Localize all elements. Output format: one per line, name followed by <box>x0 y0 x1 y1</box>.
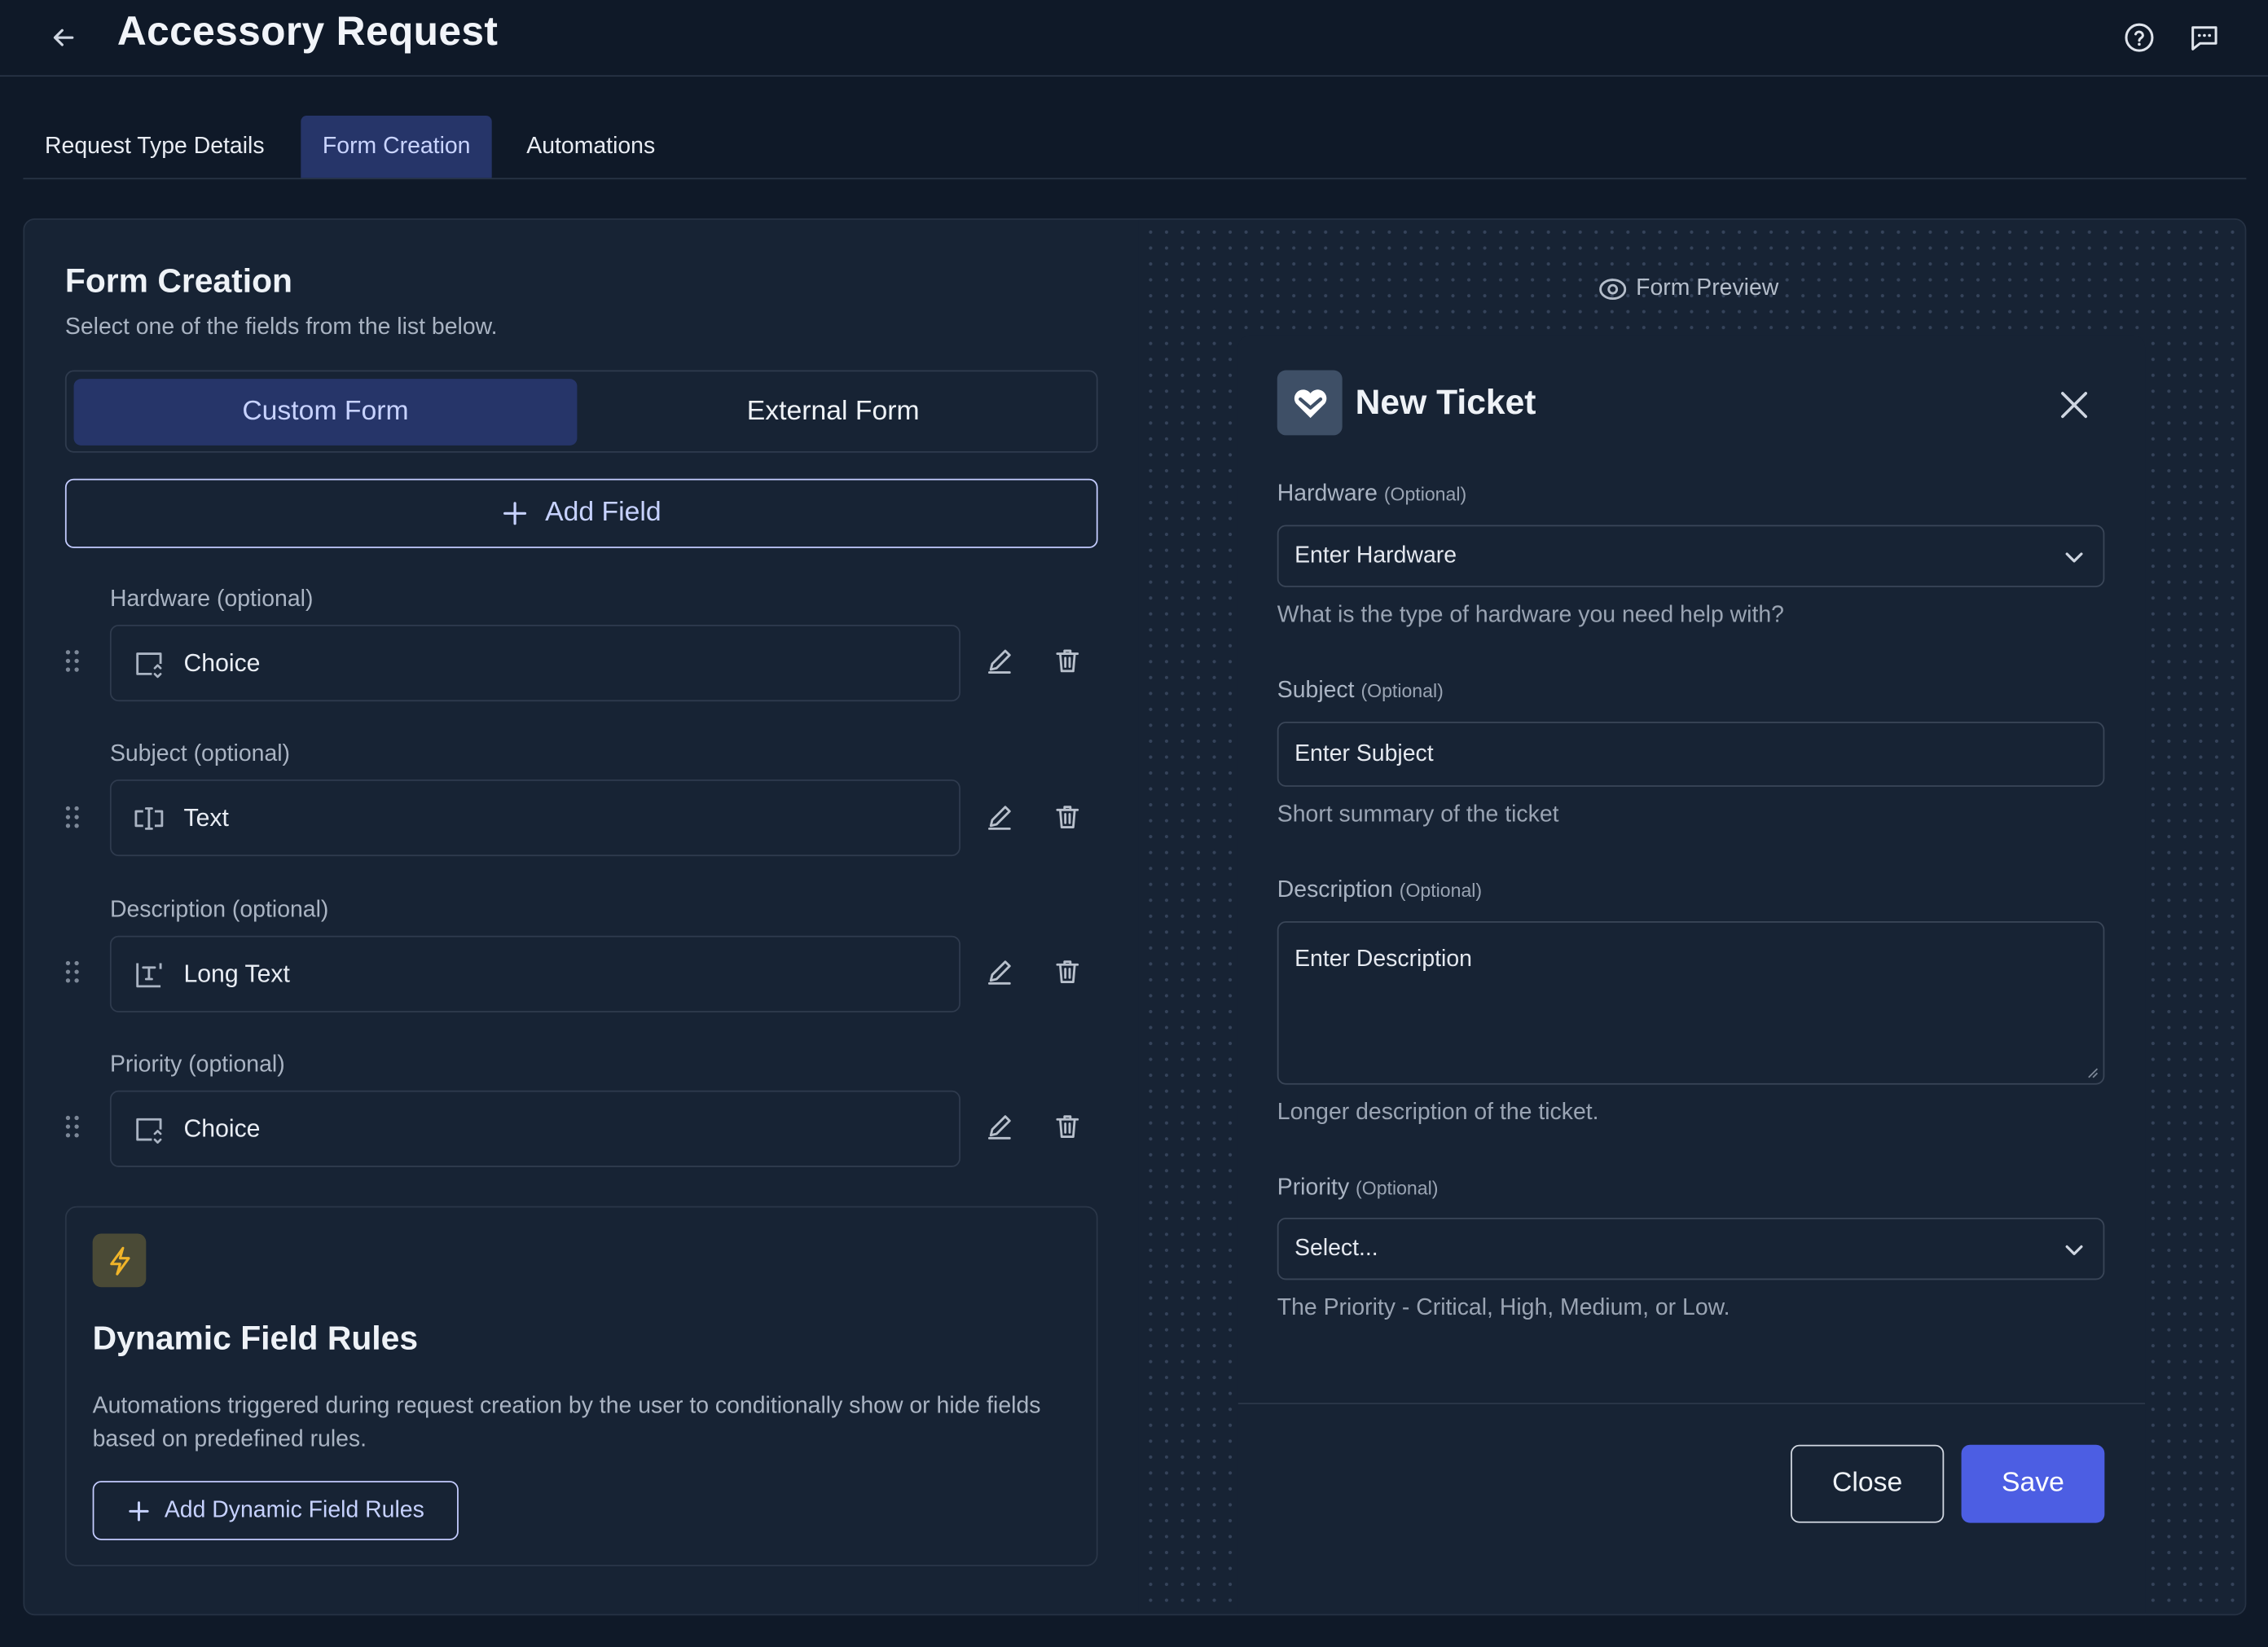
save-button[interactable]: Save <box>1961 1444 2105 1523</box>
dynamic-field-rules-card: Dynamic Field Rules Automations triggere… <box>64 1206 1098 1566</box>
eye-icon <box>1599 279 1627 301</box>
trash-icon[interactable] <box>1047 1106 1088 1147</box>
lightning-icon <box>92 1233 147 1288</box>
drag-handle-icon[interactable] <box>64 959 81 985</box>
edit-pencil-icon[interactable] <box>979 951 1020 992</box>
subject-input[interactable]: Enter Subject <box>1277 721 2105 787</box>
field-label-subject: Subject (optional) <box>109 741 291 767</box>
field-item-subject[interactable]: Text <box>109 779 960 857</box>
tab-form-creation[interactable]: Form Creation <box>301 116 493 178</box>
priority-help-text: The Priority - Critical, High, Medium, o… <box>1277 1295 1730 1321</box>
tab-request-type-details[interactable]: Request Type Details <box>23 116 286 178</box>
close-button[interactable]: Close <box>1791 1444 1945 1523</box>
resize-grip-icon[interactable] <box>2087 1067 2099 1078</box>
preview-label-text: Hardware <box>1277 481 1378 507</box>
preview-label-hardware: Hardware (Optional) <box>1277 481 1466 507</box>
preview-label-description: Description (Optional) <box>1277 878 1482 904</box>
trash-icon[interactable] <box>1047 641 1088 682</box>
priority-select[interactable]: Select... <box>1277 1217 2105 1280</box>
dynamic-rules-title: Dynamic Field Rules <box>92 1319 419 1357</box>
optional-tag: (Optional) <box>1383 483 1467 505</box>
priority-select-value: Select... <box>1294 1236 1378 1261</box>
dynamic-rules-description: Automations triggered during request cre… <box>92 1394 1041 1452</box>
preview-label-priority: Priority (Optional) <box>1277 1175 1439 1201</box>
heart-logo-icon <box>1277 370 1343 436</box>
field-type-label: Long Text <box>183 960 290 987</box>
chevron-down-icon <box>2065 551 2083 562</box>
form-preview-area: Form Preview New Ticket Hardware (Option… <box>1138 219 2245 1614</box>
tab-bar: Request Type Details Form Creation Autom… <box>23 116 2247 180</box>
message-square-icon[interactable] <box>2184 17 2225 58</box>
field-type-label: Text <box>183 803 229 832</box>
hardware-help-text: What is the type of hardware you need he… <box>1277 603 1784 628</box>
add-field-label: Add Field <box>545 497 662 529</box>
choice-icon <box>133 1113 165 1144</box>
field-item-description[interactable]: Long Text <box>109 935 960 1012</box>
preview-label-text: Description <box>1277 877 1393 903</box>
edit-pencil-icon[interactable] <box>979 641 1020 682</box>
section-title: Form Creation <box>64 261 292 300</box>
hardware-select[interactable]: Enter Hardware <box>1277 525 2105 587</box>
external-form-button[interactable]: External Form <box>582 379 1085 446</box>
drag-handle-icon[interactable] <box>64 1113 81 1140</box>
hardware-select-value: Enter Hardware <box>1294 542 1457 568</box>
preview-label-subject: Subject (Optional) <box>1277 679 1444 705</box>
subject-placeholder: Enter Subject <box>1294 740 1434 766</box>
trash-icon[interactable] <box>1047 951 1088 992</box>
plus-icon <box>503 502 526 525</box>
optional-tag: (Optional) <box>1360 679 1444 702</box>
chevron-down-icon <box>2065 1244 2083 1255</box>
add-dynamic-rules-label: Add Dynamic Field Rules <box>164 1497 424 1522</box>
custom-form-button[interactable]: Custom Form <box>73 379 578 446</box>
ticket-title: New Ticket <box>1355 383 1536 423</box>
edit-pencil-icon[interactable] <box>979 797 1020 837</box>
optional-tag: (Optional) <box>1356 1177 1439 1199</box>
text-cursor-icon <box>133 802 165 834</box>
form-preview-label: Form Preview <box>1598 274 1778 304</box>
optional-tag: (Optional) <box>1399 879 1483 902</box>
preview-label-text: Subject <box>1277 678 1355 703</box>
field-item-priority[interactable]: Choice <box>109 1090 960 1167</box>
arrow-left-icon[interactable] <box>43 17 84 58</box>
description-placeholder: Enter Description <box>1294 946 1472 973</box>
plus-icon <box>128 1500 149 1521</box>
section-subtitle: Select one of the fields from the list b… <box>64 315 498 340</box>
help-circle-icon[interactable] <box>2119 17 2160 58</box>
field-label-description: Description (optional) <box>109 898 329 923</box>
close-icon[interactable] <box>2055 386 2093 424</box>
add-field-button[interactable]: Add Field <box>64 478 1098 548</box>
field-label-priority: Priority (optional) <box>109 1052 285 1078</box>
form-type-toggle: Custom Form External Form <box>64 370 1098 453</box>
field-type-label: Choice <box>183 1114 261 1142</box>
page-title: Accessory Request <box>116 8 499 54</box>
top-header: Accessory Request <box>0 0 2268 77</box>
subject-help-text: Short summary of the ticket <box>1277 802 1559 828</box>
drag-handle-icon[interactable] <box>64 804 81 830</box>
tab-automations[interactable]: Automations <box>505 116 677 178</box>
description-textarea[interactable]: Enter Description <box>1277 920 2105 1085</box>
field-type-label: Choice <box>183 648 261 677</box>
field-label-hardware: Hardware (optional) <box>109 586 314 613</box>
app-root: Accessory Request Request Type Details F… <box>0 0 2268 1647</box>
drag-handle-icon[interactable] <box>64 648 81 674</box>
preview-label-text: Priority <box>1277 1175 1350 1201</box>
form-preview-text: Form Preview <box>1636 276 1779 301</box>
field-item-hardware[interactable]: Choice <box>109 625 960 702</box>
trash-icon[interactable] <box>1047 797 1088 837</box>
description-help-text: Longer description of the ticket. <box>1277 1100 1599 1126</box>
form-builder-panel: Form Creation Select one of the fields f… <box>23 218 2247 1616</box>
modal-divider <box>1237 1403 2146 1405</box>
long-text-icon <box>133 958 165 990</box>
new-ticket-modal: New Ticket Hardware (Optional) Enter Har… <box>1237 335 2146 1614</box>
add-dynamic-field-rules-button[interactable]: Add Dynamic Field Rules <box>92 1481 459 1540</box>
choice-icon <box>133 648 165 679</box>
edit-pencil-icon[interactable] <box>979 1106 1020 1147</box>
